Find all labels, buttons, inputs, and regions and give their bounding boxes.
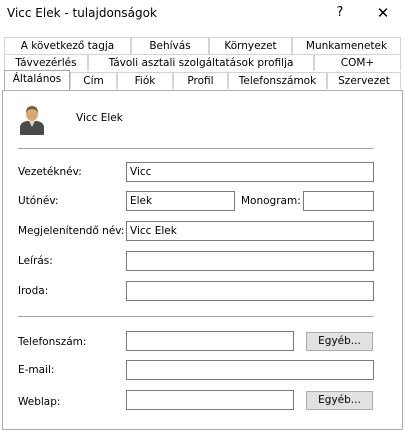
tab-dial-in[interactable]: Behívás (131, 37, 209, 54)
separator-1 (18, 148, 373, 149)
tab-remote-control[interactable]: Távvezérlés (4, 54, 88, 71)
tab-telephones[interactable]: Telefonszámok (228, 72, 327, 89)
window-title: Vicc Elek - tulajdonságok (7, 6, 157, 20)
close-button[interactable]: ✕ (369, 2, 397, 24)
tab-row-3: Általános Cím Fiók Profil Telefonszámok … (2, 70, 401, 90)
last-name-field[interactable]: Vicc (126, 162, 374, 182)
title-bar: Vicc Elek - tulajdonságok ? ✕ (0, 0, 405, 28)
web-page-other-button[interactable]: Egyéb... (306, 391, 373, 410)
tab-com-plus[interactable]: COM+ (314, 54, 401, 71)
office-label: Iroda: (18, 285, 49, 297)
display-name-header: Vicc Elek (76, 112, 123, 124)
tab-sessions[interactable]: Munkamenetek (292, 37, 401, 54)
email-field[interactable] (126, 360, 374, 380)
tab-environment[interactable]: Környezet (209, 37, 292, 54)
web-page-field[interactable] (126, 390, 294, 410)
tab-member-of[interactable]: A következő tagja (4, 37, 131, 54)
user-icon (20, 106, 44, 135)
tab-profile[interactable]: Profil (173, 72, 228, 89)
tab-address[interactable]: Cím (70, 72, 117, 89)
display-name-field[interactable]: Vicc Elek (126, 221, 374, 241)
display-name-label: Megjelenítendő név: (18, 225, 125, 237)
last-name-label: Vezetéknév: (18, 166, 82, 178)
web-page-label: Weblap: (18, 396, 61, 408)
first-name-label: Utónév: (18, 195, 59, 207)
description-label: Leírás: (18, 255, 53, 267)
monogram-field[interactable] (303, 191, 374, 211)
office-field[interactable] (126, 281, 374, 301)
tab-row-2: Távvezérlés Távoli asztali szolgáltatáso… (4, 54, 401, 71)
phone-other-button[interactable]: Egyéb... (306, 332, 373, 351)
phone-label: Telefonszám: (18, 336, 87, 348)
email-label: E-mail: (18, 364, 55, 376)
description-field[interactable] (126, 251, 374, 271)
phone-field[interactable] (126, 331, 294, 351)
separator-2 (18, 316, 373, 317)
tab-organization[interactable]: Szervezet (327, 72, 401, 89)
tab-row-1: A következő tagja Behívás Környezet Munk… (4, 37, 401, 54)
tab-account[interactable]: Fiók (117, 72, 173, 89)
first-name-field[interactable]: Elek (126, 191, 235, 211)
help-button[interactable]: ? (326, 2, 354, 24)
monogram-label: Monogram: (241, 195, 301, 207)
tab-remote-desktop-profile[interactable]: Távoli asztali szolgáltatások profilja (88, 54, 314, 71)
tab-general[interactable]: Általános (4, 70, 70, 90)
